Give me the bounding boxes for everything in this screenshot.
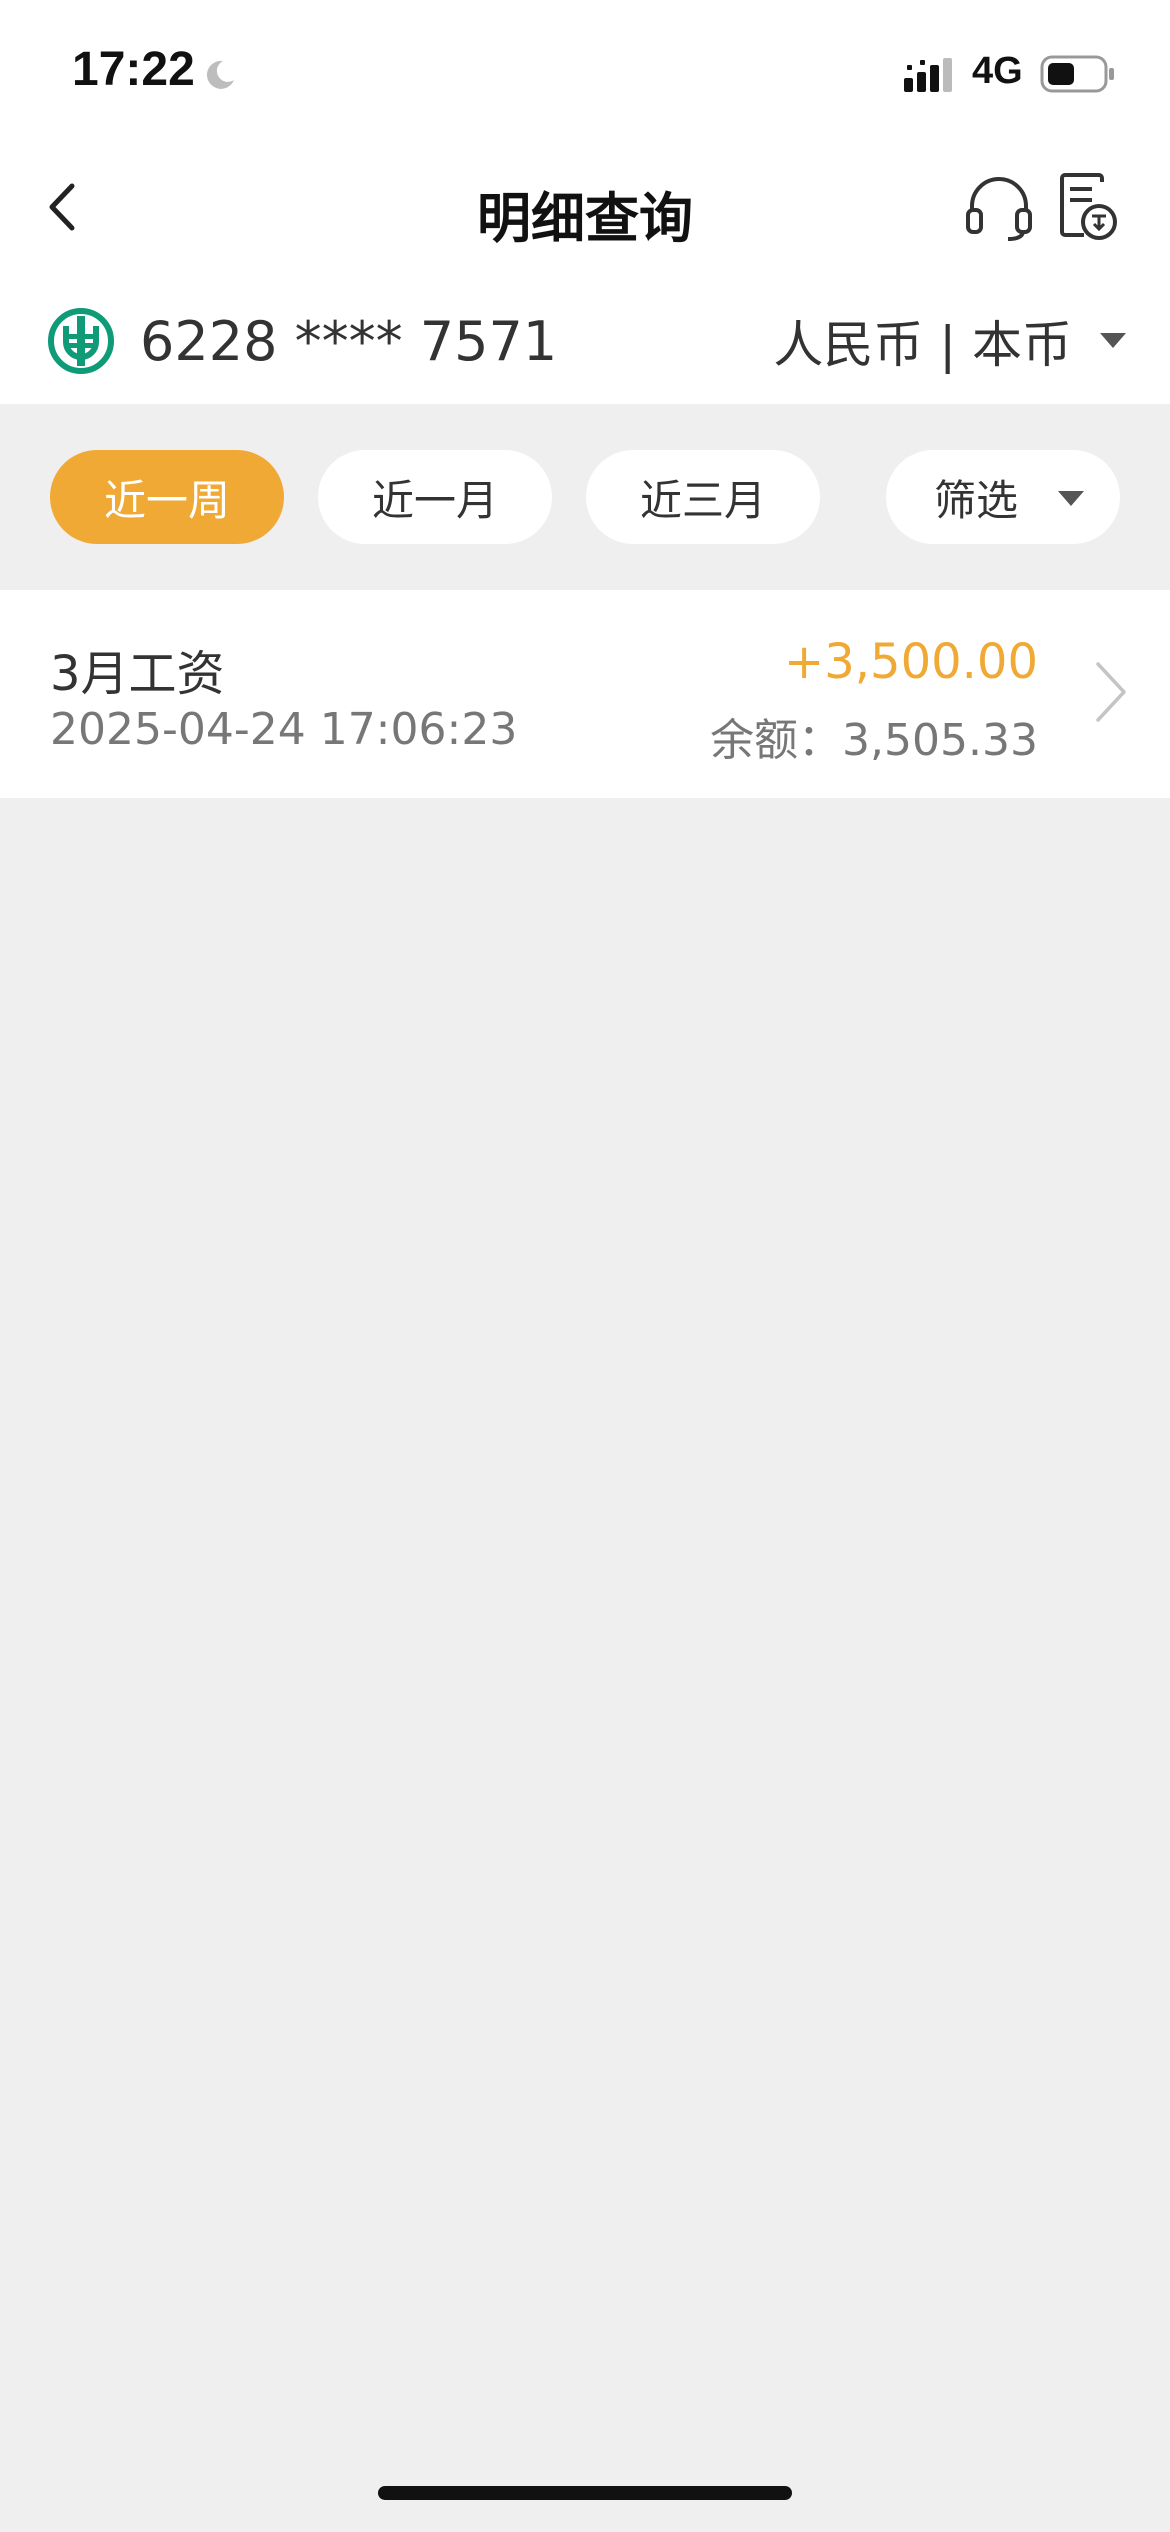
- account-bar: 6228 **** 7571 人民币 | 本币: [0, 280, 1170, 404]
- filter-chip-week[interactable]: 近一周: [50, 450, 284, 544]
- caret-down-icon: [1100, 333, 1126, 348]
- transaction-balance: 余额：3,505.33: [710, 715, 1038, 766]
- filter-chip-three-months[interactable]: 近三月: [586, 450, 820, 544]
- filter-label: 筛选: [934, 475, 1019, 525]
- page: 17:22 4G 明细查询 6228 **** 7571 人民币 | 本币 近一…: [0, 0, 1170, 2532]
- nav-bar: 明细查询: [0, 140, 1170, 280]
- chevron-right-icon: [1096, 662, 1126, 722]
- status-time: 17:22: [72, 43, 195, 96]
- currency-label: 人民币 | 本币: [773, 316, 1072, 374]
- headset-icon[interactable]: [964, 172, 1034, 242]
- filter-chip-month[interactable]: 近一月: [318, 450, 552, 544]
- currency-select[interactable]: 人民币 | 本币: [773, 306, 1126, 376]
- moon-icon: [206, 60, 234, 89]
- export-icon[interactable]: [1058, 172, 1118, 242]
- status-bar: 17:22 4G: [0, 0, 1170, 140]
- card-number: 6228 **** 7571: [140, 310, 558, 373]
- bank-logo-icon: [48, 308, 114, 374]
- battery-icon: [1040, 55, 1114, 93]
- transaction-list: 3月工资 2025-04-24 17:06:23 +3,500.00 余额：3,…: [0, 590, 1170, 798]
- transaction-datetime: 2025-04-24 17:06:23: [50, 704, 518, 755]
- filter-button[interactable]: 筛选: [886, 450, 1120, 544]
- transaction-row[interactable]: 3月工资 2025-04-24 17:06:23 +3,500.00 余额：3,…: [0, 590, 1170, 798]
- transaction-title: 3月工资: [50, 646, 225, 702]
- network-label: 4G: [972, 50, 1023, 92]
- transaction-amount: +3,500.00: [784, 634, 1038, 690]
- filter-bar: 近一周 近一月 近三月 筛选: [0, 404, 1170, 590]
- home-indicator[interactable]: [378, 2486, 792, 2500]
- caret-down-icon: [1058, 491, 1084, 506]
- signal-icon: [904, 58, 952, 92]
